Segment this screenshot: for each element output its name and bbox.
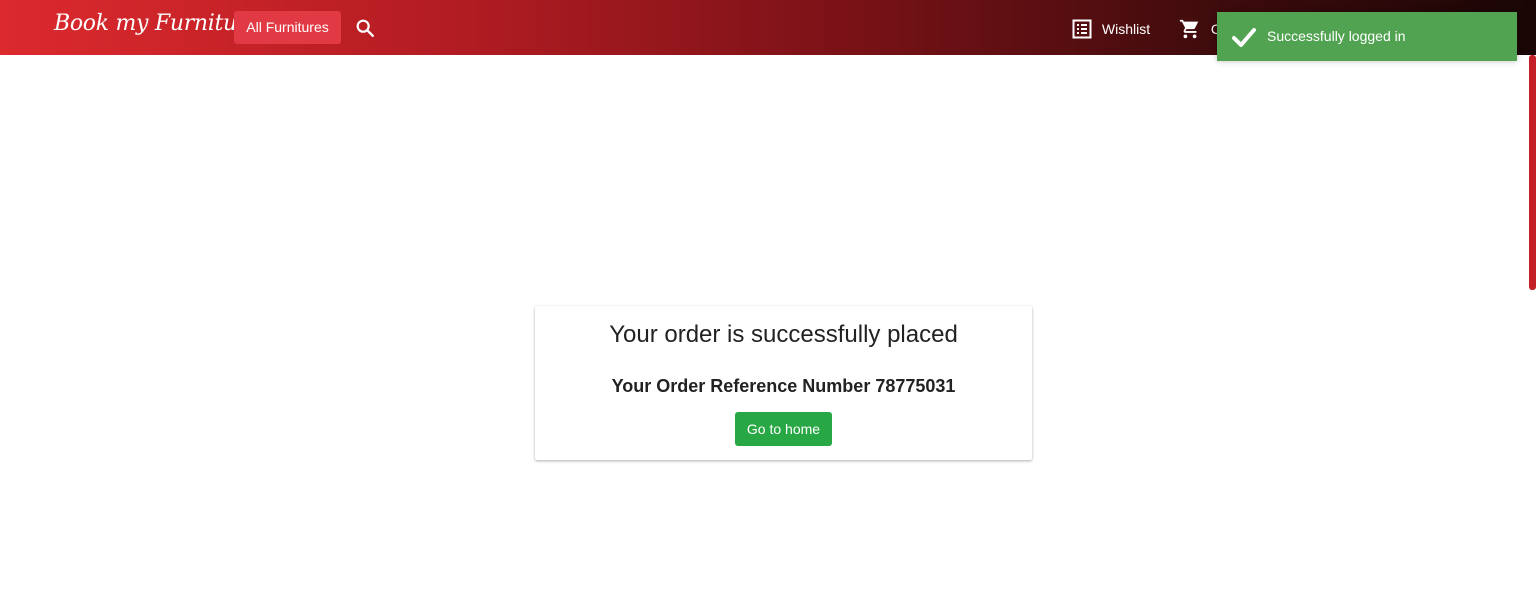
login-success-toast[interactable]: Successfully logged in — [1217, 12, 1517, 61]
order-reference-text: Your Order Reference Number 78775031 — [611, 376, 956, 396]
toast-message: Successfully logged in — [1267, 28, 1406, 44]
wishlist-label: Wishlist — [1101, 21, 1151, 38]
order-success-title: Your order is successfully placed — [609, 321, 958, 348]
cart-icon — [1179, 20, 1199, 39]
all-furnitures-button[interactable]: All Furnitures — [234, 11, 341, 44]
check-icon — [1232, 28, 1256, 47]
brand-logo[interactable]: Book my Furniture — [54, 11, 260, 36]
list-icon — [1072, 19, 1092, 39]
order-confirmation-card: Your order is successfully placed Your O… — [535, 306, 1032, 460]
wishlist-link[interactable]: Wishlist — [1072, 17, 1150, 39]
go-to-home-button[interactable]: Go to home — [735, 412, 832, 446]
search-icon[interactable] — [354, 17, 376, 39]
page-scrollbar[interactable] — [1529, 55, 1536, 290]
cart-link[interactable]: C — [1179, 17, 1221, 39]
